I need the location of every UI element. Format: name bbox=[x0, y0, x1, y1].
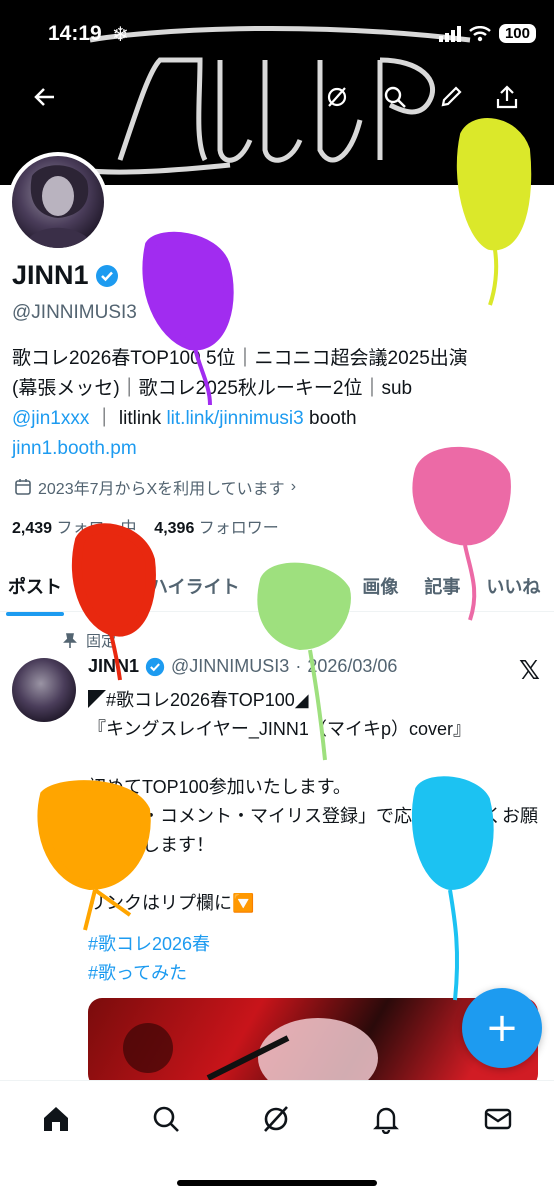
bio-line-2: (幕張メッセ)｜歌コレ2025秋ルーキー2位｜sub bbox=[12, 378, 413, 399]
search-icon bbox=[384, 86, 406, 108]
avatar-art bbox=[22, 165, 96, 248]
bio-separator: ｜ litlink bbox=[94, 408, 167, 429]
verified-badge-icon bbox=[95, 264, 118, 287]
grok-button[interactable] bbox=[320, 80, 354, 114]
calendar-icon bbox=[15, 479, 31, 495]
share-icon bbox=[496, 85, 518, 109]
profile-banner[interactable]: 14:19 ❄ 100 bbox=[0, 0, 554, 185]
mail-icon bbox=[484, 1108, 512, 1130]
home-indicator bbox=[177, 1180, 377, 1186]
nav-home-button[interactable] bbox=[38, 1101, 74, 1137]
status-bar: 14:19 ❄ 100 bbox=[0, 22, 554, 52]
followers-label: フォロワー bbox=[198, 520, 279, 537]
joined-date[interactable]: 2023年7月からXを利用しています › bbox=[14, 475, 296, 499]
tab-posts[interactable]: ポスト bbox=[6, 573, 64, 616]
post-header: JINN1 @JINNIMUSI3 · 2026/03/06 bbox=[88, 656, 397, 677]
edit-button[interactable] bbox=[434, 80, 468, 114]
edit-icon bbox=[441, 86, 462, 107]
joined-text: 2023年7月からXを利用しています bbox=[38, 481, 285, 498]
bio-line-4: jinn1.booth.pm bbox=[12, 434, 542, 464]
bio-litlink-link[interactable]: lit.link/jinnimusi3 bbox=[166, 408, 303, 429]
profile-handle: @JINNIMUSI3 bbox=[12, 302, 137, 323]
signal-icon bbox=[438, 25, 461, 42]
tab-replies[interactable]: 返信 bbox=[88, 573, 124, 599]
post-date[interactable]: 2026/03/06 bbox=[307, 656, 397, 677]
bio-line-3: @jin1xxx ｜ litlink lit.link/jinnimusi3 b… bbox=[12, 404, 542, 434]
bio-sub-account-link[interactable]: @jin1xxx bbox=[12, 408, 89, 429]
status-time: 14:19 bbox=[48, 22, 102, 45]
nav-messages-button[interactable] bbox=[480, 1101, 516, 1137]
explore-icon bbox=[153, 1106, 179, 1132]
compose-post-button[interactable]: + bbox=[462, 988, 542, 1068]
hashtag-link[interactable]: #歌ってみた bbox=[88, 959, 210, 988]
bell-icon bbox=[373, 1107, 399, 1134]
profile-avatar[interactable] bbox=[8, 152, 108, 252]
snowflake-icon: ❄ bbox=[112, 22, 129, 46]
nav-explore-button[interactable] bbox=[148, 1101, 184, 1137]
tab-likes[interactable]: いいね bbox=[486, 573, 540, 599]
pinned-label: 固定 bbox=[86, 633, 117, 650]
hashtag-link[interactable]: #歌コレ2026春 bbox=[88, 930, 210, 959]
profile-tabs: ポスト 返信 ハイライト メディア 画像 記事 いいね bbox=[0, 560, 554, 616]
home-icon bbox=[44, 1107, 68, 1131]
back-arrow-icon bbox=[34, 88, 54, 106]
tab-media[interactable]: メディア bbox=[266, 573, 337, 599]
wifi-icon bbox=[469, 25, 491, 41]
following-count: 2,439 bbox=[12, 520, 53, 537]
following-label: フォロー中 bbox=[56, 520, 137, 537]
back-button[interactable] bbox=[28, 80, 62, 114]
followers-link[interactable]: 4,396 フォロワー bbox=[154, 520, 279, 537]
post-hashtags: #歌コレ2026春 #歌ってみた bbox=[88, 930, 210, 988]
x-logo-icon: 𝕏 bbox=[519, 656, 540, 686]
following-link[interactable]: 2,439 フォロー中 bbox=[12, 520, 137, 537]
grok-icon bbox=[327, 87, 347, 107]
post-body: ◤#歌コレ2026春TOP100◢ 『キングスレイヤー_JINN1（マイキp）c… bbox=[88, 690, 538, 913]
pin-icon bbox=[63, 632, 77, 648]
profile-name: JINN1 bbox=[12, 260, 119, 291]
tab-highlights[interactable]: ハイライト bbox=[150, 573, 240, 599]
tab-images[interactable]: 画像 bbox=[362, 573, 398, 599]
verified-badge-icon bbox=[145, 657, 165, 676]
search-button[interactable] bbox=[378, 80, 412, 114]
nav-grok-button[interactable] bbox=[258, 1101, 294, 1137]
post-author-avatar[interactable] bbox=[12, 658, 76, 722]
profile-bio: 歌コレ2026春TOP100 5位｜ニコニコ超会議2025出演 (幕張メッセ)｜… bbox=[12, 344, 542, 464]
profile-name-text: JINN1 bbox=[12, 260, 89, 290]
tab-articles[interactable]: 記事 bbox=[424, 573, 460, 599]
grok-nav-icon bbox=[264, 1106, 288, 1132]
nav-notifications-button[interactable] bbox=[368, 1101, 404, 1137]
pinned-indicator: 固定 bbox=[62, 630, 116, 651]
post-author-handle: @JINNIMUSI3 bbox=[171, 656, 290, 676]
bio-booth-label: booth bbox=[309, 408, 357, 429]
status-icons: 100 bbox=[438, 24, 536, 43]
follow-stats: 2,439 フォロー中 4,396 フォロワー bbox=[12, 514, 279, 538]
post-dot: · bbox=[295, 656, 302, 676]
post-author-name[interactable]: JINN1 bbox=[88, 656, 139, 677]
bio-line-1: 歌コレ2026春TOP100 5位｜ニコニコ超会議2025出演 bbox=[12, 348, 468, 369]
bio-booth-link[interactable]: jinn1.booth.pm bbox=[12, 438, 137, 459]
chevron-right-icon: › bbox=[290, 478, 297, 495]
share-button[interactable] bbox=[490, 80, 524, 114]
battery-indicator: 100 bbox=[498, 24, 536, 43]
followers-count: 4,396 bbox=[154, 520, 195, 537]
